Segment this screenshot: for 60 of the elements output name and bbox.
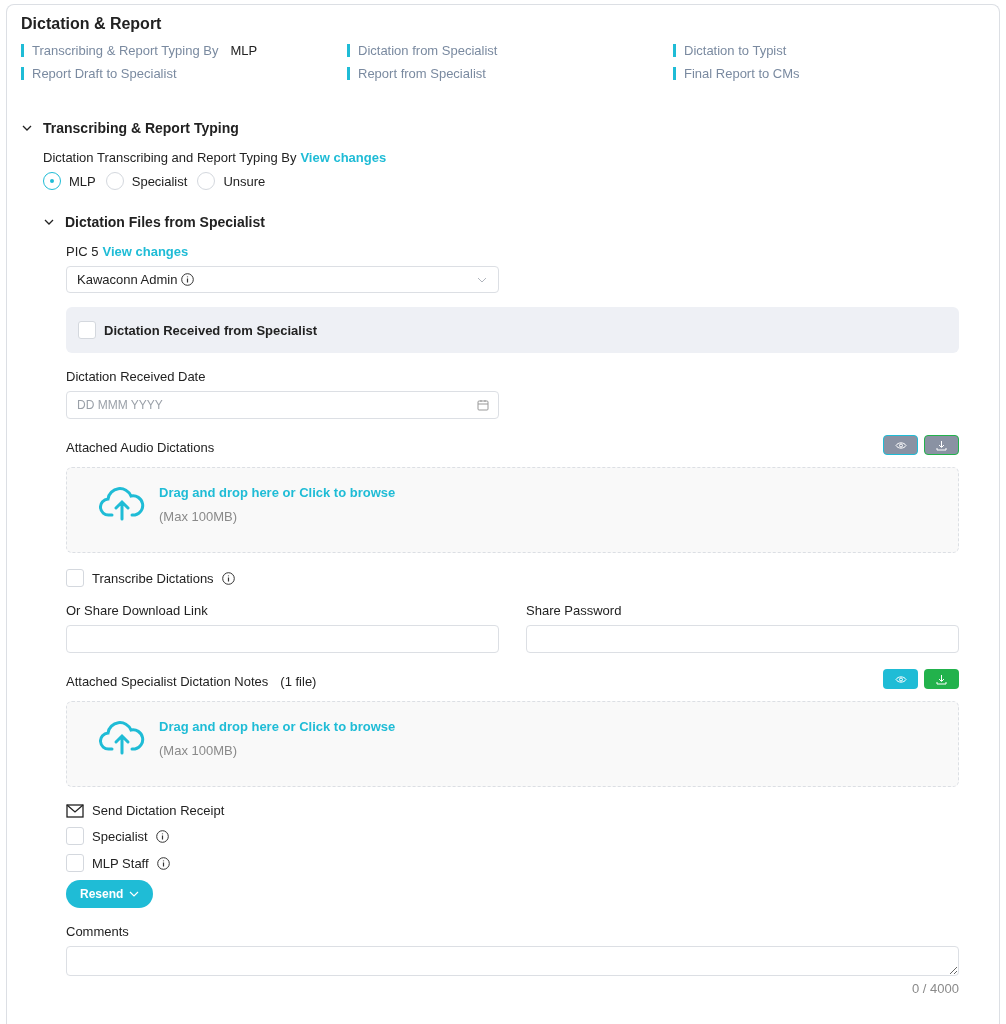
- subsection-title: Dictation Files from Specialist: [65, 214, 265, 230]
- receipt-title: Send Dictation Receipt: [92, 803, 225, 818]
- summary-label: Dictation to Typist: [673, 44, 787, 57]
- field-label: Share Password: [526, 603, 623, 618]
- upload-text: Drag and drop here or Click to browse: [159, 485, 396, 500]
- size-limit: (Max 100MB): [159, 509, 239, 524]
- summary-label: Report Draft to Specialist: [21, 67, 177, 80]
- eye-icon: [894, 674, 907, 684]
- info-icon: [221, 571, 235, 585]
- page-title: Dictation & Report: [21, 15, 163, 33]
- checkbox-label: Transcribe Dictations: [92, 570, 214, 586]
- checkbox-label: Specialist: [92, 828, 148, 844]
- view-changes-link[interactable]: View changes: [300, 150, 387, 165]
- field-label: Attached Audio Dictations: [66, 440, 215, 455]
- upload-cloud-icon: [99, 485, 145, 521]
- radio-label: Unsure: [223, 173, 266, 189]
- checkbox[interactable]: [66, 854, 84, 872]
- summary-label: Dictation from Specialist: [347, 44, 498, 57]
- field-label: Comments: [66, 924, 130, 939]
- download-icon: [936, 439, 947, 451]
- envelope-icon: [66, 803, 84, 818]
- drop-zone[interactable]: Drag and drop here or Click to browse (Max 100MB): [66, 701, 959, 787]
- file-count: (1 file): [280, 674, 317, 689]
- view-changes-link[interactable]: View changes: [102, 244, 189, 259]
- section-title: Transcribing & Report Typing: [43, 120, 239, 136]
- checkbox-label: Dictation Received from Specialist: [104, 322, 318, 338]
- download-icon: [936, 673, 947, 685]
- upload-text: Drag and drop here or Click to browse: [159, 719, 396, 734]
- checkbox[interactable]: [78, 321, 96, 339]
- summary-label: Final Report to CMs: [673, 67, 800, 80]
- info-icon: [155, 829, 169, 843]
- eye-icon: [894, 440, 907, 450]
- checkbox-label: MLP Staff: [92, 855, 149, 871]
- download-button[interactable]: [924, 669, 959, 689]
- calendar-icon: [477, 399, 489, 411]
- view-button[interactable]: [883, 669, 918, 689]
- input-field[interactable]: [66, 625, 499, 653]
- caret-icon: [129, 889, 140, 899]
- upload-cloud-icon: [99, 719, 145, 755]
- character-counter: 0 / 4000: [911, 981, 959, 996]
- summary-label: Transcribing & Report Typing By: [21, 44, 219, 57]
- resend-button[interactable]: Resend: [66, 880, 154, 908]
- select-field[interactable]: Kawaconn Admin: [66, 266, 499, 293]
- checkbox[interactable]: [66, 569, 84, 587]
- info-icon: [181, 273, 195, 286]
- field-label: Or Share Download Link: [66, 603, 209, 618]
- size-limit: (Max 100MB): [159, 743, 239, 758]
- radio-label: MLP: [69, 173, 96, 189]
- input-field[interactable]: DD MMM YYYY: [66, 391, 499, 419]
- field-label: Attached Specialist Dictation Notes: [66, 674, 269, 689]
- radio-label: Specialist: [131, 173, 188, 189]
- field-label: Dictation Transcribing and Report Typing By: [43, 150, 297, 165]
- field-label: PIC 5: [66, 244, 99, 259]
- comments-field[interactable]: [66, 946, 959, 976]
- summary-value: MLP: [230, 43, 258, 58]
- field-label: Dictation Received Date: [66, 369, 207, 384]
- input-field[interactable]: [526, 625, 959, 653]
- checkbox[interactable]: [66, 827, 84, 845]
- info-icon: [156, 856, 170, 870]
- summary-label: Report from Specialist: [347, 67, 486, 80]
